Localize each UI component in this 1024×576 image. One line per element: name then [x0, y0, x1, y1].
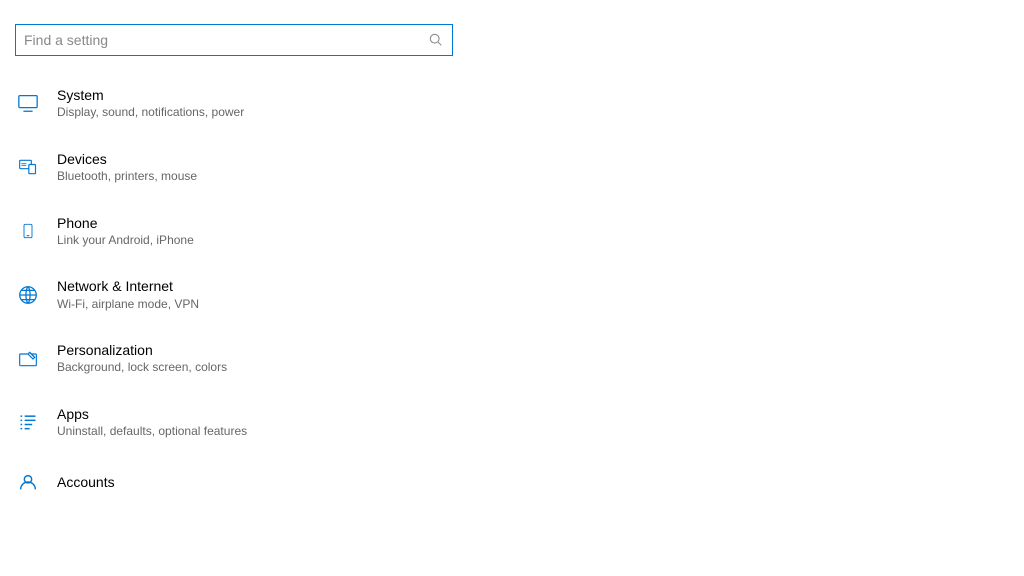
category-text: System Display, sound, notifications, po… [57, 86, 244, 121]
category-apps[interactable]: Apps Uninstall, defaults, optional featu… [15, 403, 1009, 442]
category-desc: Wi-Fi, airplane mode, VPN [57, 297, 199, 313]
personalization-icon [15, 346, 41, 372]
category-accounts[interactable]: Accounts [15, 467, 1009, 497]
category-devices[interactable]: Devices Bluetooth, printers, mouse [15, 148, 1009, 187]
globe-icon [15, 282, 41, 308]
category-network[interactable]: Network & Internet Wi-Fi, airplane mode,… [15, 275, 1009, 314]
category-title: System [57, 86, 244, 104]
category-text: Apps Uninstall, defaults, optional featu… [57, 405, 247, 440]
search-input[interactable] [24, 25, 428, 55]
category-desc: Bluetooth, printers, mouse [57, 169, 197, 185]
category-text: Phone Link your Android, iPhone [57, 214, 194, 249]
category-desc: Display, sound, notifications, power [57, 105, 244, 121]
category-text: Personalization Background, lock screen,… [57, 341, 227, 376]
category-desc: Uninstall, defaults, optional features [57, 424, 247, 440]
category-text: Accounts [57, 473, 115, 491]
apps-icon [15, 409, 41, 435]
category-system[interactable]: System Display, sound, notifications, po… [15, 84, 1009, 123]
category-title: Devices [57, 150, 197, 168]
category-title: Apps [57, 405, 247, 423]
search-box[interactable] [15, 24, 453, 56]
category-desc: Link your Android, iPhone [57, 233, 194, 249]
category-personalization[interactable]: Personalization Background, lock screen,… [15, 339, 1009, 378]
category-title: Accounts [57, 473, 115, 491]
search-icon [428, 32, 444, 48]
accounts-icon [15, 469, 41, 495]
category-text: Devices Bluetooth, printers, mouse [57, 150, 197, 185]
category-phone[interactable]: Phone Link your Android, iPhone [15, 212, 1009, 251]
category-title: Network & Internet [57, 277, 199, 295]
phone-icon [15, 218, 41, 244]
category-title: Phone [57, 214, 194, 232]
devices-icon [15, 154, 41, 180]
category-text: Network & Internet Wi-Fi, airplane mode,… [57, 277, 199, 312]
category-title: Personalization [57, 341, 227, 359]
system-icon [15, 90, 41, 116]
settings-categories: System Display, sound, notifications, po… [15, 84, 1009, 497]
category-desc: Background, lock screen, colors [57, 360, 227, 376]
